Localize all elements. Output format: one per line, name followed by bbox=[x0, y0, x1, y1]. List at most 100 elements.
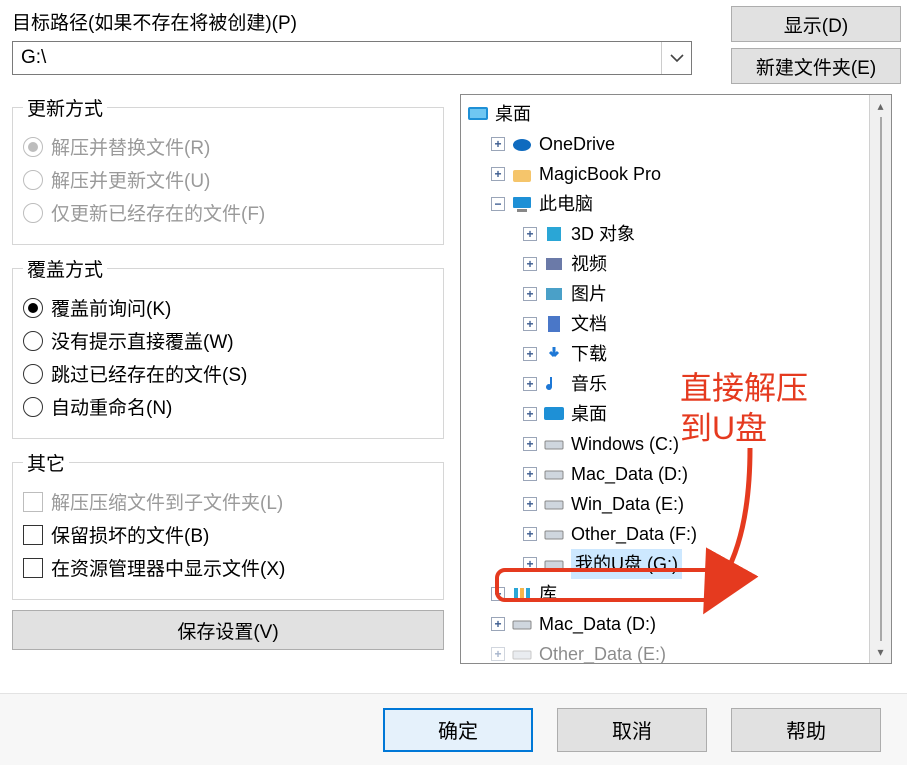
expand-icon[interactable]: + bbox=[523, 437, 537, 451]
collapse-icon[interactable]: − bbox=[491, 197, 505, 211]
downloads-icon bbox=[543, 343, 565, 365]
expand-icon[interactable]: + bbox=[523, 257, 537, 271]
radio-icon bbox=[23, 397, 43, 417]
folder-tree[interactable]: 桌面 + OneDrive + MagicBook Pro − 此电脑 bbox=[460, 94, 892, 664]
target-path-combobox[interactable] bbox=[12, 41, 692, 75]
scroll-up-icon[interactable]: ▴ bbox=[870, 95, 891, 117]
radio-icon bbox=[23, 137, 43, 157]
tree-node-music[interactable]: + 音乐 bbox=[467, 369, 869, 399]
radio-icon bbox=[23, 298, 43, 318]
tree-label: 我的U盘 (G:) bbox=[571, 549, 682, 579]
pictures-icon bbox=[543, 283, 565, 305]
tree-node-magicbook[interactable]: + MagicBook Pro bbox=[467, 159, 869, 189]
help-button[interactable]: 帮助 bbox=[731, 708, 881, 752]
drive-icon bbox=[543, 433, 565, 455]
tree-node-desktop-folder[interactable]: + 桌面 bbox=[467, 399, 869, 429]
scroll-down-icon[interactable]: ▾ bbox=[870, 641, 891, 663]
tree-node-onedrive[interactable]: + OneDrive bbox=[467, 129, 869, 159]
save-settings-button[interactable]: 保存设置(V) bbox=[12, 610, 444, 650]
video-icon bbox=[543, 253, 565, 275]
tree-node-drive-d[interactable]: + Mac_Data (D:) bbox=[467, 459, 869, 489]
update-mode-existing-only: 仅更新已经存在的文件(F) bbox=[23, 199, 433, 226]
overwrite-skip[interactable]: 跳过已经存在的文件(S) bbox=[23, 360, 433, 387]
drive-icon bbox=[543, 493, 565, 515]
tree-label: Other_Data (E:) bbox=[539, 639, 666, 663]
music-icon bbox=[543, 373, 565, 395]
expand-icon[interactable]: + bbox=[491, 587, 505, 601]
tree-node-drive-e[interactable]: + Win_Data (E:) bbox=[467, 489, 869, 519]
target-path-input[interactable] bbox=[13, 47, 661, 69]
new-folder-button[interactable]: 新建文件夹(E) bbox=[731, 48, 901, 84]
expand-icon[interactable]: + bbox=[491, 617, 505, 631]
tree-label: 音乐 bbox=[571, 369, 607, 399]
update-mode-update: 解压并更新文件(U) bbox=[23, 166, 433, 193]
expand-icon[interactable]: + bbox=[523, 347, 537, 361]
expand-icon[interactable]: + bbox=[491, 647, 505, 661]
tree-node-pictures[interactable]: + 图片 bbox=[467, 279, 869, 309]
expand-icon[interactable]: + bbox=[523, 557, 537, 571]
tree-label: 视频 bbox=[571, 249, 607, 279]
update-mode-replace: 解压并替换文件(R) bbox=[23, 133, 433, 160]
dialog-button-bar: 确定 取消 帮助 bbox=[0, 693, 907, 765]
option-label: 保留损坏的文件(B) bbox=[51, 521, 209, 548]
expand-icon[interactable]: + bbox=[523, 497, 537, 511]
expand-icon[interactable]: + bbox=[491, 167, 505, 181]
tree-label: Mac_Data (D:) bbox=[571, 459, 688, 489]
tree-node-drive-g-selected[interactable]: + 我的U盘 (G:) bbox=[467, 549, 869, 579]
update-mode-group: 更新方式 解压并替换文件(R) 解压并更新文件(U) 仅更新已经存在的文件(F) bbox=[12, 94, 444, 245]
option-label: 解压压缩文件到子文件夹(L) bbox=[51, 488, 283, 515]
option-label: 仅更新已经存在的文件(F) bbox=[51, 199, 265, 226]
overwrite-noprompt[interactable]: 没有提示直接覆盖(W) bbox=[23, 327, 433, 354]
tree-label: Mac_Data (D:) bbox=[539, 609, 656, 639]
expand-icon[interactable]: + bbox=[523, 377, 537, 391]
option-label: 跳过已经存在的文件(S) bbox=[51, 360, 247, 387]
tree-node-videos[interactable]: + 视频 bbox=[467, 249, 869, 279]
expand-icon[interactable]: + bbox=[523, 227, 537, 241]
misc-subfolder: 解压压缩文件到子文件夹(L) bbox=[23, 488, 433, 515]
drive-icon bbox=[511, 613, 533, 635]
documents-icon bbox=[543, 313, 565, 335]
radio-icon bbox=[23, 203, 43, 223]
tree-label: 文档 bbox=[571, 309, 607, 339]
path-dropdown-toggle[interactable] bbox=[661, 42, 691, 74]
tree-node-thispc[interactable]: − 此电脑 bbox=[467, 189, 869, 219]
misc-legend: 其它 bbox=[23, 449, 69, 476]
tree-node-drive-c[interactable]: + Windows (C:) bbox=[467, 429, 869, 459]
tree-scrollbar[interactable]: ▴ ▾ bbox=[869, 95, 891, 663]
libraries-icon bbox=[511, 583, 533, 605]
tree-node-drive-e2[interactable]: + Other_Data (E:) bbox=[467, 639, 869, 663]
ok-button[interactable]: 确定 bbox=[383, 708, 533, 752]
expand-icon[interactable]: + bbox=[523, 317, 537, 331]
expand-icon[interactable]: + bbox=[523, 407, 537, 421]
checkbox-icon bbox=[23, 558, 43, 578]
tree-node-desktop[interactable]: 桌面 bbox=[467, 99, 869, 129]
tree-label: Win_Data (E:) bbox=[571, 489, 684, 519]
overwrite-ask[interactable]: 覆盖前询问(K) bbox=[23, 294, 433, 321]
overwrite-mode-legend: 覆盖方式 bbox=[23, 255, 107, 282]
radio-icon bbox=[23, 331, 43, 351]
tree-label: 此电脑 bbox=[539, 189, 593, 219]
tree-node-drive-d2[interactable]: + Mac_Data (D:) bbox=[467, 609, 869, 639]
tree-node-drive-f[interactable]: + Other_Data (F:) bbox=[467, 519, 869, 549]
overwrite-rename[interactable]: 自动重命名(N) bbox=[23, 393, 433, 420]
expand-icon[interactable]: + bbox=[491, 137, 505, 151]
scroll-thumb[interactable] bbox=[880, 117, 882, 641]
usb-drive-icon bbox=[543, 553, 565, 575]
expand-icon[interactable]: + bbox=[523, 287, 537, 301]
cancel-button[interactable]: 取消 bbox=[557, 708, 707, 752]
expand-icon[interactable]: + bbox=[523, 467, 537, 481]
expand-icon[interactable]: + bbox=[523, 527, 537, 541]
show-button[interactable]: 显示(D) bbox=[731, 6, 901, 42]
tree-node-documents[interactable]: + 文档 bbox=[467, 309, 869, 339]
tree-node-3dobjects[interactable]: + 3D 对象 bbox=[467, 219, 869, 249]
misc-keep-broken[interactable]: 保留损坏的文件(B) bbox=[23, 521, 433, 548]
drive-icon bbox=[511, 643, 533, 663]
tree-label: MagicBook Pro bbox=[539, 159, 661, 189]
computer-icon bbox=[511, 193, 533, 215]
tree-node-downloads[interactable]: + 下载 bbox=[467, 339, 869, 369]
misc-show-explorer[interactable]: 在资源管理器中显示文件(X) bbox=[23, 554, 433, 581]
tree-label: Windows (C:) bbox=[571, 429, 679, 459]
radio-icon bbox=[23, 170, 43, 190]
tree-node-libraries[interactable]: + 库 bbox=[467, 579, 869, 609]
tree-label: Other_Data (F:) bbox=[571, 519, 697, 549]
